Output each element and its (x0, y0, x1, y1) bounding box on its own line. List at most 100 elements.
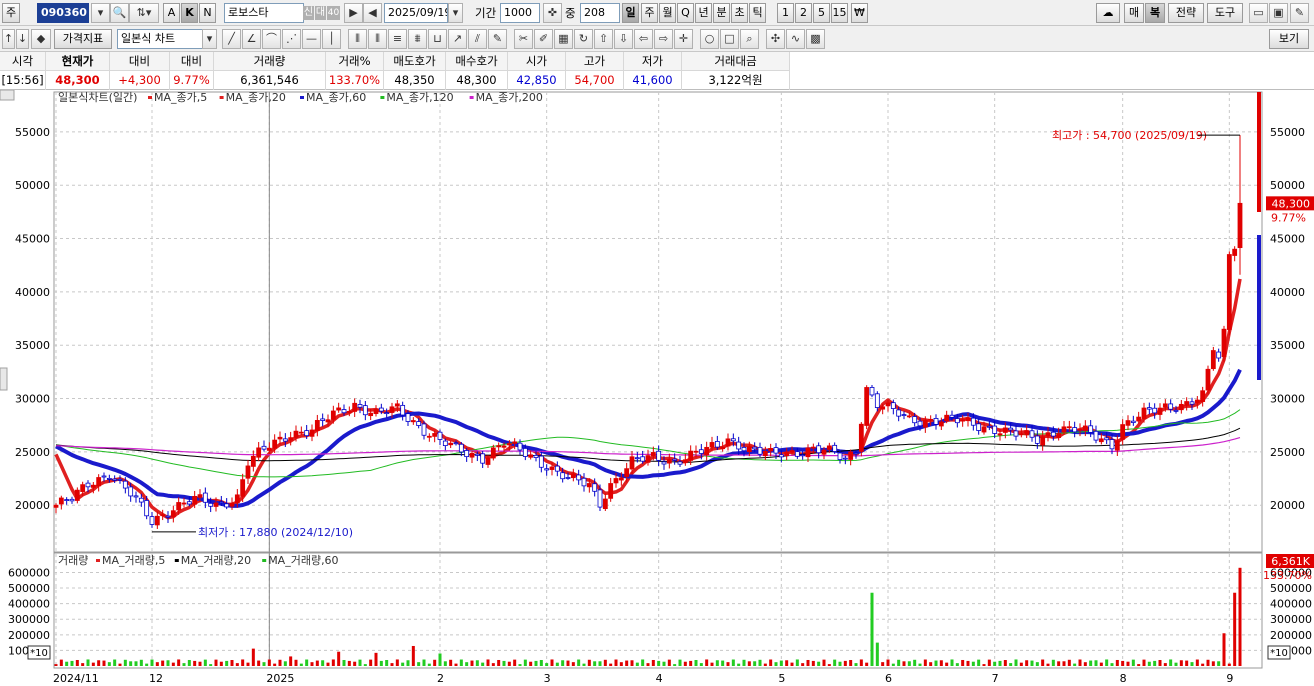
drawing-tool-24-icon[interactable]: □ (720, 29, 739, 49)
interval-button-10[interactable]: 5 (813, 3, 830, 23)
back-icon[interactable]: ◀ (363, 3, 382, 23)
volume-bar (1137, 664, 1141, 666)
volume-bar (347, 660, 351, 666)
double-button[interactable]: 복 (1145, 3, 1165, 23)
volume-bar (961, 659, 965, 666)
drawing-tool-4-icon[interactable]: — (302, 29, 321, 49)
interval-button-11[interactable]: 15 (831, 3, 848, 23)
crosshair-icon[interactable]: ✜ (543, 3, 562, 23)
expand-icon[interactable]: ◆ (31, 29, 51, 49)
period-input[interactable]: 1000 (500, 3, 540, 23)
drawing-tool-8-icon[interactable]: ≡ (388, 29, 407, 49)
quote-header-7: 매수호가 (446, 52, 508, 71)
drawing-tool-28-icon[interactable]: ▩ (806, 29, 825, 49)
volume-bar (1238, 567, 1242, 666)
drawing-tool-27-icon[interactable]: ∿ (786, 29, 805, 49)
volume-bar (353, 661, 357, 666)
cloud-icon[interactable]: ☁ (1096, 3, 1120, 23)
drawing-tool-0-icon[interactable]: ╱ (222, 29, 241, 49)
tools-button[interactable]: 도구 (1207, 3, 1243, 23)
interval-button-2[interactable]: 월 (659, 3, 676, 23)
interval-button-0[interactable]: 일 (622, 3, 639, 23)
code-dropdown-chevron-icon[interactable]: ▾ (91, 3, 110, 23)
price-tick-label-right: 40000 (1270, 286, 1305, 299)
open-folder-icon[interactable]: ▭ (1249, 3, 1268, 23)
indicator-button[interactable]: 가격지표 (54, 29, 112, 49)
stock-code-input[interactable]: 090360 (37, 3, 89, 23)
drawing-tool-12-icon[interactable]: ⫽ (468, 29, 487, 49)
volume-legend-title: 거래량 (58, 554, 88, 567)
candle-up (181, 502, 187, 505)
arrow-down-icon[interactable]: ↓ (16, 29, 29, 49)
drawing-tool-14-icon[interactable]: ✂ (514, 29, 533, 49)
candle-down (128, 486, 134, 497)
exchange-a-button[interactable]: A (163, 3, 180, 23)
candle-up (1018, 433, 1024, 436)
interval-button-8[interactable]: 1 (777, 3, 794, 23)
interval-button-3[interactable]: Q (677, 3, 694, 23)
drawing-tool-17-icon[interactable]: ↻ (574, 29, 593, 49)
volume-bar (699, 663, 703, 666)
wrench-icon[interactable]: ✎ (1290, 3, 1309, 23)
drawing-tool-16-icon[interactable]: ▦ (554, 29, 573, 49)
candle-down (224, 503, 230, 508)
strategy-button[interactable]: 전략 (1168, 3, 1204, 23)
drawing-tool-6-icon[interactable]: ⦀ (348, 29, 367, 49)
count-input[interactable]: 208 (580, 3, 620, 23)
save-icon[interactable]: ▣ (1269, 3, 1288, 23)
drawing-tool-13-icon[interactable]: ✎ (488, 29, 507, 49)
interval-button-5[interactable]: 분 (713, 3, 730, 23)
volume-bar (1078, 659, 1082, 666)
period-label: 기간 (475, 6, 497, 20)
drawing-tool-5-icon[interactable]: │ (322, 29, 341, 49)
volume-bar (1153, 660, 1157, 666)
drawing-tool-22-icon[interactable]: ✛ (674, 29, 693, 49)
stock-name-field[interactable]: 로보스타 (224, 3, 304, 23)
drawing-tool-25-icon[interactable]: ⌕ (740, 29, 759, 49)
buy-sell-button[interactable]: 매 (1124, 3, 1144, 23)
arrow-up-icon[interactable]: ↑ (2, 29, 15, 49)
candle-up (250, 455, 256, 467)
low-annotation: 최저가 : 17,880 (2024/12/10) (198, 526, 353, 539)
interval-button-9[interactable]: 2 (795, 3, 812, 23)
drawing-tool-3-icon[interactable]: ⋰ (282, 29, 301, 49)
drawing-tool-7-icon[interactable]: ⦀ (368, 29, 387, 49)
candle-down (453, 442, 459, 445)
view-button[interactable]: 보기 (1269, 29, 1309, 49)
drawing-tool-2-icon[interactable]: ⌒ (262, 29, 281, 49)
drawing-tool-10-icon[interactable]: ⊔ (428, 29, 447, 49)
volume-bar (571, 662, 575, 666)
interval-button-1[interactable]: 주 (641, 3, 658, 23)
drawing-tool-15-icon[interactable]: ✐ (534, 29, 553, 49)
exchange-n-button[interactable]: N (199, 3, 216, 23)
interval-button-4[interactable]: 년 (695, 3, 712, 23)
drawing-tool-20-icon[interactable]: ⇦ (634, 29, 653, 49)
chart-type-chevron-icon[interactable]: ▾ (202, 29, 217, 49)
volume-bar (358, 659, 362, 666)
drawing-tool-26-icon[interactable]: ✣ (766, 29, 785, 49)
candle-up (629, 456, 635, 470)
date-input[interactable]: 2025/09/19 (384, 3, 448, 23)
drawing-tool-21-icon[interactable]: ⇨ (654, 29, 673, 49)
drawing-tool-11-icon[interactable]: ↗ (448, 29, 467, 49)
volume-tick-label-left: 300000 (8, 613, 50, 626)
exchange-k-button[interactable]: K (181, 3, 198, 23)
drawing-tool-19-icon[interactable]: ⇩ (614, 29, 633, 49)
interval-button-6[interactable]: 초 (731, 3, 748, 23)
price-chart[interactable]: 20000 2000025000 2500030000 3000035000 35000… (0, 90, 1314, 686)
chart-type-select[interactable]: 일본식 차트 (117, 29, 203, 49)
interval-button-12[interactable]: ₩ (851, 3, 868, 23)
volume-bar (955, 663, 959, 666)
drawing-tool-18-icon[interactable]: ⇧ (594, 29, 613, 49)
search-icon[interactable]: 🔍 (110, 3, 129, 23)
market-selector[interactable]: 주 (2, 3, 20, 23)
drawing-tool-9-icon[interactable]: ⩩ (408, 29, 427, 49)
date-dropdown-chevron-icon[interactable]: ▾ (448, 3, 463, 23)
drawing-tool-1-icon[interactable]: ∠ (242, 29, 261, 49)
candle-up (309, 429, 315, 437)
sort-dropdown-icon[interactable]: ⇅▾ (129, 3, 159, 23)
drawing-tool-23-icon[interactable]: ○ (700, 29, 719, 49)
play-icon[interactable]: ▶ (344, 3, 363, 23)
interval-button-7[interactable]: 틱 (749, 3, 766, 23)
volume-bar (977, 659, 981, 666)
